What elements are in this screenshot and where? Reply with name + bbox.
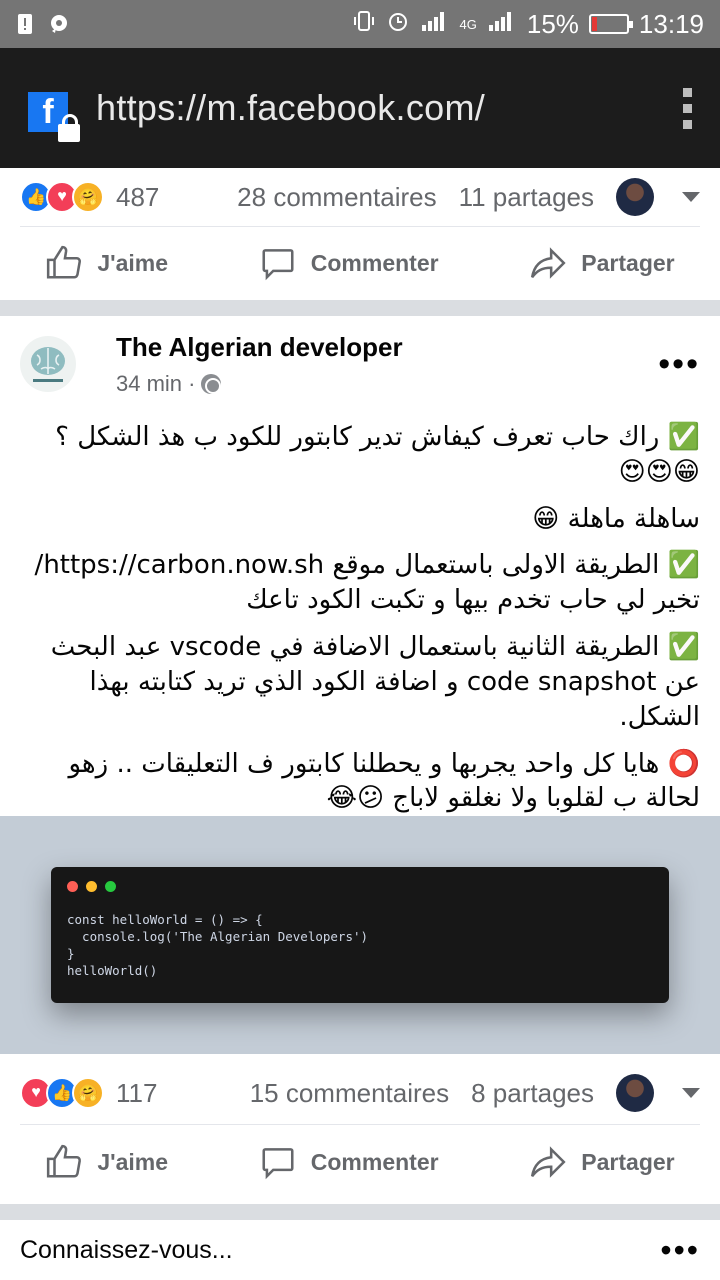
- post-paragraph: ✅ الطريقة الاولى باستعمال موقع https://c…: [34, 550, 700, 616]
- comment-button[interactable]: Commenter: [259, 244, 439, 282]
- post-actions: J'aime Commenter Partager: [0, 227, 720, 299]
- code-line: console.log('The Algerian Developers'): [67, 928, 369, 944]
- battery-icon: [588, 14, 633, 34]
- post-actions: J'aime Commenter Partager: [0, 1125, 720, 1199]
- comments-count-link[interactable]: 28 commentaires: [237, 182, 436, 213]
- more-options-icon[interactable]: •••: [660, 1232, 700, 1269]
- close-dot-icon: [67, 881, 78, 892]
- minimize-dot-icon: [86, 881, 97, 892]
- comment-icon: [262, 249, 294, 281]
- care-reaction-icon: 🤗: [72, 181, 104, 213]
- thumbs-up-icon: [47, 245, 82, 279]
- post-paragraph: ⭕ هايا كل واحد يجربها و يحطلنا كابتور ف …: [68, 748, 700, 814]
- post-card: The Algerian developer 34 min · ••• ✅ را…: [0, 316, 720, 1204]
- share-button[interactable]: Partager: [529, 1143, 675, 1181]
- care-reaction-icon: 🤗: [72, 1077, 104, 1109]
- code-line: helloWorld(): [67, 962, 158, 978]
- post-text: ✅ راك حاب تعرف كيفاش تدير كابتور للكود ب…: [0, 412, 720, 844]
- user-avatar[interactable]: [616, 178, 654, 216]
- browser-url-bar: f https://m.facebook.com/: [0, 48, 720, 168]
- share-arrow-icon: [531, 1146, 566, 1178]
- post-header: The Algerian developer 34 min · •••: [0, 316, 720, 412]
- comment-button[interactable]: Commenter: [259, 1143, 439, 1181]
- code-line: const helloWorld = () => {: [67, 912, 263, 927]
- alarm-icon: [386, 9, 410, 40]
- facebook-favicon-icon: f: [28, 92, 80, 142]
- more-options-icon[interactable]: •••: [658, 345, 700, 384]
- maximize-dot-icon: [105, 881, 116, 892]
- chat-notification-icon: [48, 13, 67, 35]
- people-you-may-know-card: Connaissez-vous... •••: [0, 1220, 720, 1280]
- page-avatar[interactable]: [20, 336, 76, 392]
- like-button[interactable]: J'aime: [45, 1143, 168, 1181]
- signal-icon-2: [487, 9, 517, 40]
- brain-logo-icon: [31, 347, 65, 382]
- clock: 13:19: [638, 8, 704, 39]
- comment-icon: [262, 1148, 294, 1180]
- battery-percent: 15%: [526, 8, 579, 39]
- post-paragraph: ✅ الطريقة الثانية باستعمال الاضافة في vs…: [50, 632, 700, 732]
- previous-post-footer: 👍 ♥ 🤗 487 28 commentaires 11 partages J'…: [0, 168, 720, 300]
- chevron-down-icon[interactable]: [682, 1088, 700, 1098]
- share-arrow-icon: [531, 247, 566, 279]
- shares-count-link[interactable]: 11 partages: [459, 182, 594, 213]
- reactions-summary[interactable]: ♥ 👍 🤗 117 15 commentaires 8 partages: [0, 1062, 720, 1124]
- network-type-label: 4G: [459, 16, 477, 32]
- globe-icon: [201, 373, 222, 394]
- code-window: const helloWorld = () => { console.log('…: [51, 867, 669, 1003]
- reactions-summary[interactable]: 👍 ♥ 🤗 487 28 commentaires 11 partages: [0, 168, 720, 226]
- thumbs-up-icon: [47, 1144, 82, 1178]
- shares-count-link[interactable]: 8 partages: [471, 1078, 594, 1109]
- signal-icon: [420, 9, 450, 40]
- user-avatar[interactable]: [616, 1074, 654, 1112]
- reactions-count: 117: [116, 1077, 158, 1108]
- comments-count-link[interactable]: 15 commentaires: [250, 1078, 449, 1109]
- suggestion-title: Connaissez-vous...: [20, 1235, 233, 1264]
- url-text[interactable]: https://m.facebook.com/: [96, 87, 485, 129]
- like-button[interactable]: J'aime: [45, 244, 168, 282]
- sim-alert-icon: [16, 13, 34, 35]
- chevron-down-icon[interactable]: [682, 192, 700, 202]
- post-paragraph: ✅ راك حاب تعرف كيفاش تدير كابتور للكود ب…: [55, 422, 700, 487]
- browser-menu-icon[interactable]: [683, 87, 692, 129]
- share-button[interactable]: Partager: [529, 244, 675, 282]
- status-bar: 4G 15% 13:19: [0, 0, 720, 48]
- post-time[interactable]: 34 min ·: [116, 371, 195, 397]
- lock-icon: [58, 114, 80, 142]
- code-line: }: [67, 945, 75, 961]
- post-paragraph: ساهلة ماهلة 😁: [532, 503, 700, 534]
- vibrate-icon: [352, 9, 376, 40]
- reactions-count: 487: [116, 181, 160, 212]
- page-name[interactable]: The Algerian developer: [116, 332, 403, 363]
- post-image[interactable]: const helloWorld = () => { console.log('…: [0, 816, 720, 1054]
